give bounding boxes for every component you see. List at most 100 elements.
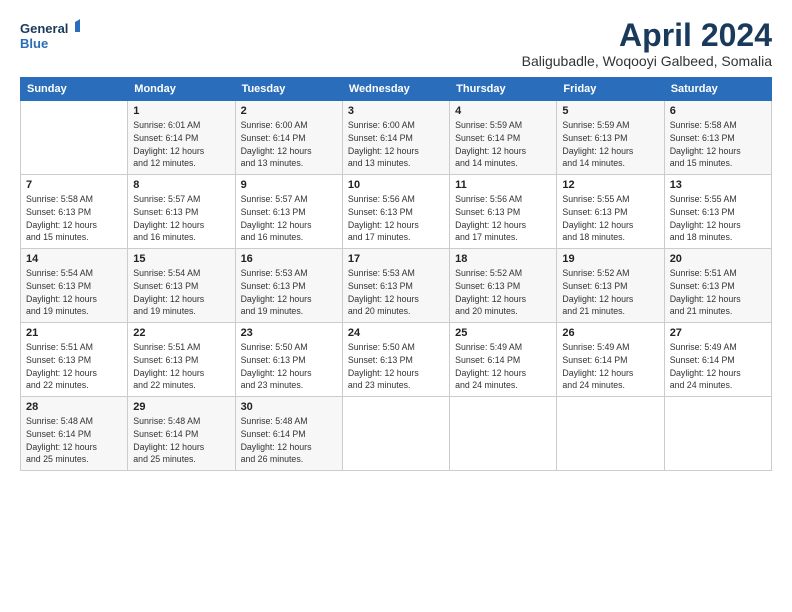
day-info: Sunrise: 5:57 AM Sunset: 6:13 PM Dayligh… bbox=[133, 193, 229, 244]
day-number: 16 bbox=[241, 253, 337, 265]
day-number: 10 bbox=[348, 179, 444, 191]
table-row: 23 Sunrise: 5:50 AM Sunset: 6:13 PM Dayli… bbox=[235, 323, 342, 397]
logo: General Blue bbox=[20, 18, 80, 54]
day-info: Sunrise: 5:52 AM Sunset: 6:13 PM Dayligh… bbox=[562, 267, 658, 318]
day-info: Sunrise: 6:00 AM Sunset: 6:14 PM Dayligh… bbox=[241, 119, 337, 170]
svg-text:Blue: Blue bbox=[20, 36, 48, 51]
table-row: 10 Sunrise: 5:56 AM Sunset: 6:13 PM Dayli… bbox=[342, 175, 449, 249]
day-number: 9 bbox=[241, 179, 337, 191]
calendar-week-row: 7 Sunrise: 5:58 AM Sunset: 6:13 PM Daylig… bbox=[21, 175, 772, 249]
day-info: Sunrise: 5:54 AM Sunset: 6:13 PM Dayligh… bbox=[133, 267, 229, 318]
calendar-week-row: 21Sunrise: 5:51 AM Sunset: 6:13 PM Dayli… bbox=[21, 323, 772, 397]
day-number: 12 bbox=[562, 179, 658, 191]
day-number: 14 bbox=[26, 253, 122, 265]
table-row: 13 Sunrise: 5:55 AM Sunset: 6:13 PM Dayli… bbox=[664, 175, 771, 249]
table-row: 9 Sunrise: 5:57 AM Sunset: 6:13 PM Daylig… bbox=[235, 175, 342, 249]
day-info: Sunrise: 5:53 AM Sunset: 6:13 PM Dayligh… bbox=[348, 267, 444, 318]
col-sunday: Sunday bbox=[21, 78, 128, 101]
day-number: 23 bbox=[241, 327, 337, 339]
day-info: Sunrise: 5:55 AM Sunset: 6:13 PM Dayligh… bbox=[562, 193, 658, 244]
day-number: 4 bbox=[455, 105, 551, 117]
table-row: 6 Sunrise: 5:58 AM Sunset: 6:13 PM Daylig… bbox=[664, 101, 771, 175]
col-wednesday: Wednesday bbox=[342, 78, 449, 101]
day-info: Sunrise: 5:52 AM Sunset: 6:13 PM Dayligh… bbox=[455, 267, 551, 318]
calendar-page: General Blue April 2024 Baligubadle, Woq… bbox=[0, 0, 792, 612]
day-number: 7 bbox=[26, 179, 122, 191]
table-row: 16 Sunrise: 5:53 AM Sunset: 6:13 PM Dayli… bbox=[235, 249, 342, 323]
table-row: 15 Sunrise: 5:54 AM Sunset: 6:13 PM Dayli… bbox=[128, 249, 235, 323]
table-row: 19 Sunrise: 5:52 AM Sunset: 6:13 PM Dayli… bbox=[557, 249, 664, 323]
day-number: 25 bbox=[455, 327, 551, 339]
table-row bbox=[450, 397, 557, 471]
table-row: 24 Sunrise: 5:50 AM Sunset: 6:13 PM Dayli… bbox=[342, 323, 449, 397]
day-info: Sunrise: 5:55 AM Sunset: 6:13 PM Dayligh… bbox=[670, 193, 766, 244]
table-row: 14 Sunrise: 5:54 AM Sunset: 6:13 PM Dayli… bbox=[21, 249, 128, 323]
table-row: 18 Sunrise: 5:52 AM Sunset: 6:13 PM Dayli… bbox=[450, 249, 557, 323]
table-row: 22 Sunrise: 5:51 AM Sunset: 6:13 PM Dayli… bbox=[128, 323, 235, 397]
day-number: 8 bbox=[133, 179, 229, 191]
table-row: 30Sunrise: 5:48 AM Sunset: 6:14 PM Dayli… bbox=[235, 397, 342, 471]
day-number: 3 bbox=[348, 105, 444, 117]
day-info: Sunrise: 5:56 AM Sunset: 6:13 PM Dayligh… bbox=[348, 193, 444, 244]
day-number: 6 bbox=[670, 105, 766, 117]
day-number: 11 bbox=[455, 179, 551, 191]
day-number: 22 bbox=[133, 327, 229, 339]
day-info: Sunrise: 5:48 AM Sunset: 6:14 PM Dayligh… bbox=[133, 415, 229, 466]
day-number: 17 bbox=[348, 253, 444, 265]
table-row bbox=[21, 101, 128, 175]
svg-text:General: General bbox=[20, 21, 68, 36]
day-info: Sunrise: 5:51 AM Sunset: 6:13 PM Dayligh… bbox=[133, 341, 229, 392]
day-number: 13 bbox=[670, 179, 766, 191]
day-info: Sunrise: 5:57 AM Sunset: 6:13 PM Dayligh… bbox=[241, 193, 337, 244]
day-info: Sunrise: 5:58 AM Sunset: 6:13 PM Dayligh… bbox=[670, 119, 766, 170]
day-number: 29 bbox=[133, 401, 229, 413]
table-row bbox=[664, 397, 771, 471]
table-row: 25 Sunrise: 5:49 AM Sunset: 6:14 PM Dayli… bbox=[450, 323, 557, 397]
col-saturday: Saturday bbox=[664, 78, 771, 101]
table-row: 2 Sunrise: 6:00 AM Sunset: 6:14 PM Daylig… bbox=[235, 101, 342, 175]
day-number: 20 bbox=[670, 253, 766, 265]
day-number: 19 bbox=[562, 253, 658, 265]
day-number: 2 bbox=[241, 105, 337, 117]
day-number: 24 bbox=[348, 327, 444, 339]
table-row: 7 Sunrise: 5:58 AM Sunset: 6:13 PM Daylig… bbox=[21, 175, 128, 249]
day-info: Sunrise: 5:49 AM Sunset: 6:14 PM Dayligh… bbox=[562, 341, 658, 392]
table-row: 26 Sunrise: 5:49 AM Sunset: 6:14 PM Dayli… bbox=[557, 323, 664, 397]
table-row: 17 Sunrise: 5:53 AM Sunset: 6:13 PM Dayli… bbox=[342, 249, 449, 323]
day-info: Sunrise: 5:59 AM Sunset: 6:13 PM Dayligh… bbox=[562, 119, 658, 170]
day-info: Sunrise: 5:49 AM Sunset: 6:14 PM Dayligh… bbox=[455, 341, 551, 392]
col-friday: Friday bbox=[557, 78, 664, 101]
day-info: Sunrise: 5:54 AM Sunset: 6:13 PM Dayligh… bbox=[26, 267, 122, 318]
day-info: Sunrise: 5:56 AM Sunset: 6:13 PM Dayligh… bbox=[455, 193, 551, 244]
table-row: 12 Sunrise: 5:55 AM Sunset: 6:13 PM Dayli… bbox=[557, 175, 664, 249]
day-info: Sunrise: 5:59 AM Sunset: 6:14 PM Dayligh… bbox=[455, 119, 551, 170]
day-info: Sunrise: 5:49 AM Sunset: 6:14 PM Dayligh… bbox=[670, 341, 766, 392]
day-number: 27 bbox=[670, 327, 766, 339]
table-row: 20Sunrise: 5:51 AM Sunset: 6:13 PM Dayli… bbox=[664, 249, 771, 323]
table-row: 1Sunrise: 6:01 AM Sunset: 6:14 PM Daylig… bbox=[128, 101, 235, 175]
col-tuesday: Tuesday bbox=[235, 78, 342, 101]
day-number: 26 bbox=[562, 327, 658, 339]
day-info: Sunrise: 5:53 AM Sunset: 6:13 PM Dayligh… bbox=[241, 267, 337, 318]
day-info: Sunrise: 6:00 AM Sunset: 6:14 PM Dayligh… bbox=[348, 119, 444, 170]
table-row: 5Sunrise: 5:59 AM Sunset: 6:13 PM Daylig… bbox=[557, 101, 664, 175]
day-number: 18 bbox=[455, 253, 551, 265]
day-info: Sunrise: 5:50 AM Sunset: 6:13 PM Dayligh… bbox=[348, 341, 444, 392]
day-number: 1 bbox=[133, 105, 229, 117]
table-row: 29 Sunrise: 5:48 AM Sunset: 6:14 PM Dayli… bbox=[128, 397, 235, 471]
day-number: 28 bbox=[26, 401, 122, 413]
calendar-table: Sunday Monday Tuesday Wednesday Thursday… bbox=[20, 77, 772, 471]
subtitle: Baligubadle, Woqooyi Galbeed, Somalia bbox=[522, 53, 772, 69]
table-row: 27 Sunrise: 5:49 AM Sunset: 6:14 PM Dayli… bbox=[664, 323, 771, 397]
table-row: 11 Sunrise: 5:56 AM Sunset: 6:13 PM Dayli… bbox=[450, 175, 557, 249]
calendar-week-row: 14 Sunrise: 5:54 AM Sunset: 6:13 PM Dayli… bbox=[21, 249, 772, 323]
page-header: General Blue April 2024 Baligubadle, Woq… bbox=[20, 18, 772, 69]
table-row bbox=[342, 397, 449, 471]
table-row: 21Sunrise: 5:51 AM Sunset: 6:13 PM Dayli… bbox=[21, 323, 128, 397]
table-row bbox=[557, 397, 664, 471]
calendar-week-row: 1Sunrise: 6:01 AM Sunset: 6:14 PM Daylig… bbox=[21, 101, 772, 175]
col-monday: Monday bbox=[128, 78, 235, 101]
day-info: Sunrise: 5:58 AM Sunset: 6:13 PM Dayligh… bbox=[26, 193, 122, 244]
day-number: 15 bbox=[133, 253, 229, 265]
day-info: Sunrise: 5:50 AM Sunset: 6:13 PM Dayligh… bbox=[241, 341, 337, 392]
